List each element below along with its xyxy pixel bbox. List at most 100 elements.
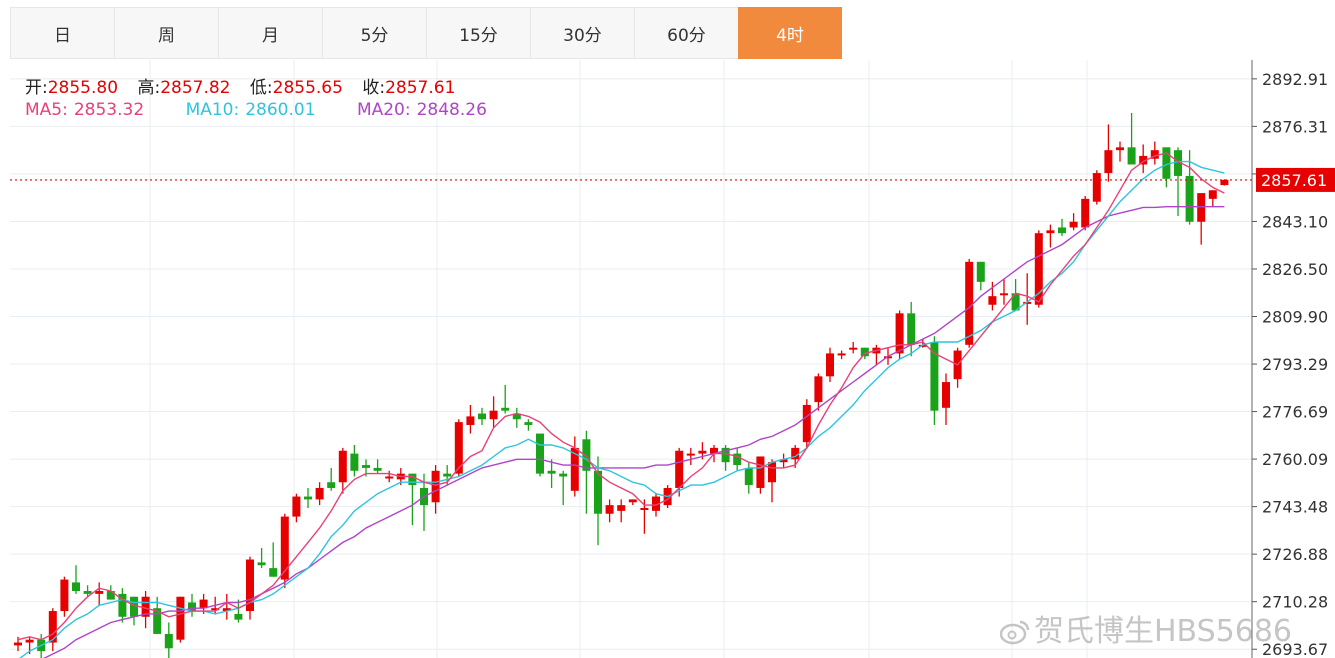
candle-body (234, 613, 243, 620)
y-tick-label: 2826.50 (1262, 260, 1328, 279)
candle-body (1092, 173, 1101, 202)
candle-body (675, 450, 684, 488)
candle-body (83, 591, 92, 594)
candle-body (176, 596, 185, 640)
candle-body (895, 313, 904, 354)
candle-body (1069, 221, 1078, 228)
candle-body (443, 473, 452, 477)
candlestick-chart[interactable]: 2892.912876.312859.702843.102826.502809.… (0, 60, 1335, 658)
current-price-label: 2857.61 (1261, 171, 1327, 190)
close-value: 2857.61 (385, 78, 456, 98)
candle-body (524, 422, 533, 425)
candle-body (594, 470, 602, 514)
y-tick-label: 2892.91 (1262, 70, 1328, 89)
candle-body (478, 413, 486, 420)
tab-5min[interactable]: 5分 (322, 7, 426, 59)
low-label: 低: (249, 78, 273, 98)
ma-readout: MA5: 2853.32 MA10: 2860.01 MA20: 2848.26 (25, 100, 523, 120)
candle-body (466, 416, 475, 425)
y-tick-label: 2876.31 (1262, 117, 1328, 136)
candle-body (698, 450, 707, 454)
candle-body (25, 639, 34, 643)
candle-body (1162, 147, 1171, 179)
candle-body (315, 487, 324, 500)
high-label: 高: (137, 78, 161, 98)
tab-week[interactable]: 周 (114, 7, 218, 59)
ma5-readout: MA5: 2853.32 (25, 100, 162, 120)
candle-body (373, 467, 382, 471)
watermark: 贺氏博生HBS5686 (999, 606, 1293, 653)
ma20-value: 2848.26 (416, 100, 487, 120)
tab-day[interactable]: 日 (10, 7, 114, 59)
open-value: 2855.80 (47, 78, 119, 98)
candle-body (14, 642, 22, 646)
candle-body (547, 470, 556, 474)
candle-body (559, 473, 568, 477)
ma20-line (43, 205, 1225, 658)
candle-body (489, 410, 498, 420)
candle-body (257, 562, 266, 566)
candle-body (95, 591, 104, 594)
ma20-label: MA20: (356, 100, 411, 120)
y-tick-label: 2793.29 (1262, 355, 1328, 374)
candle-body (1104, 150, 1113, 174)
weibo-icon (999, 618, 1030, 653)
candle-body (930, 341, 939, 411)
candle-body (942, 382, 950, 408)
candle-body (1127, 147, 1136, 165)
candle-body (988, 296, 997, 305)
candle-body (605, 505, 614, 514)
candle-body (501, 407, 510, 411)
candle-body (768, 462, 776, 483)
candle-body (164, 633, 173, 649)
candle-body (617, 505, 626, 511)
candle-body (269, 568, 278, 577)
candle-body (686, 453, 695, 456)
ma10-label: MA10: (185, 100, 240, 120)
candle-body (976, 261, 985, 282)
candle-body (385, 476, 394, 479)
candle-body (1197, 193, 1206, 222)
candle-body (965, 261, 974, 345)
candle-body (292, 496, 301, 517)
candle-body (1081, 198, 1090, 228)
candle-body (350, 453, 359, 471)
tab-15min[interactable]: 15分 (426, 7, 530, 59)
open-label: 开: (25, 78, 48, 98)
tab-4hour[interactable]: 4时 (738, 7, 842, 59)
candle-body (304, 496, 312, 500)
timeframe-tabbar: 日 周 月 5分 15分 30分 60分 4时 (10, 7, 842, 59)
ma5-line (17, 152, 1225, 641)
candle-body (814, 376, 823, 403)
y-tick-label: 2809.90 (1262, 307, 1328, 326)
high-value: 2857.82 (160, 78, 231, 98)
candle-body (338, 450, 347, 483)
y-tick-label: 2843.10 (1262, 212, 1328, 231)
candle-body (756, 456, 765, 488)
tab-30min[interactable]: 30分 (530, 7, 634, 59)
candle-body (431, 470, 440, 503)
candle-body (536, 433, 544, 474)
candle-body (1000, 293, 1008, 296)
ohlc-readout: 开:2855.80 高:2857.82 低:2855.65 收:2857.61 (25, 73, 469, 98)
candle-body (826, 353, 834, 377)
candle-body (802, 404, 811, 443)
candle-body (860, 347, 869, 357)
tab-month[interactable]: 月 (218, 7, 322, 59)
candle-body (849, 347, 858, 350)
tab-60min[interactable]: 60分 (634, 7, 738, 59)
candle-body (72, 582, 80, 592)
candle-body (1220, 179, 1229, 186)
close-label: 收: (362, 78, 386, 98)
candle-body (130, 596, 138, 617)
watermark-text: 贺氏博生HBS5686 (1034, 614, 1293, 649)
low-value: 2855.65 (272, 78, 343, 98)
candle-body (628, 499, 637, 503)
candle-body (1185, 175, 1194, 222)
y-tick-label: 2776.69 (1262, 403, 1328, 422)
candle-body (744, 467, 753, 486)
ma5-value: 2853.32 (73, 100, 145, 120)
candle-body (837, 353, 846, 356)
ma10-value: 2860.01 (245, 100, 316, 120)
candle-body (1208, 190, 1217, 199)
